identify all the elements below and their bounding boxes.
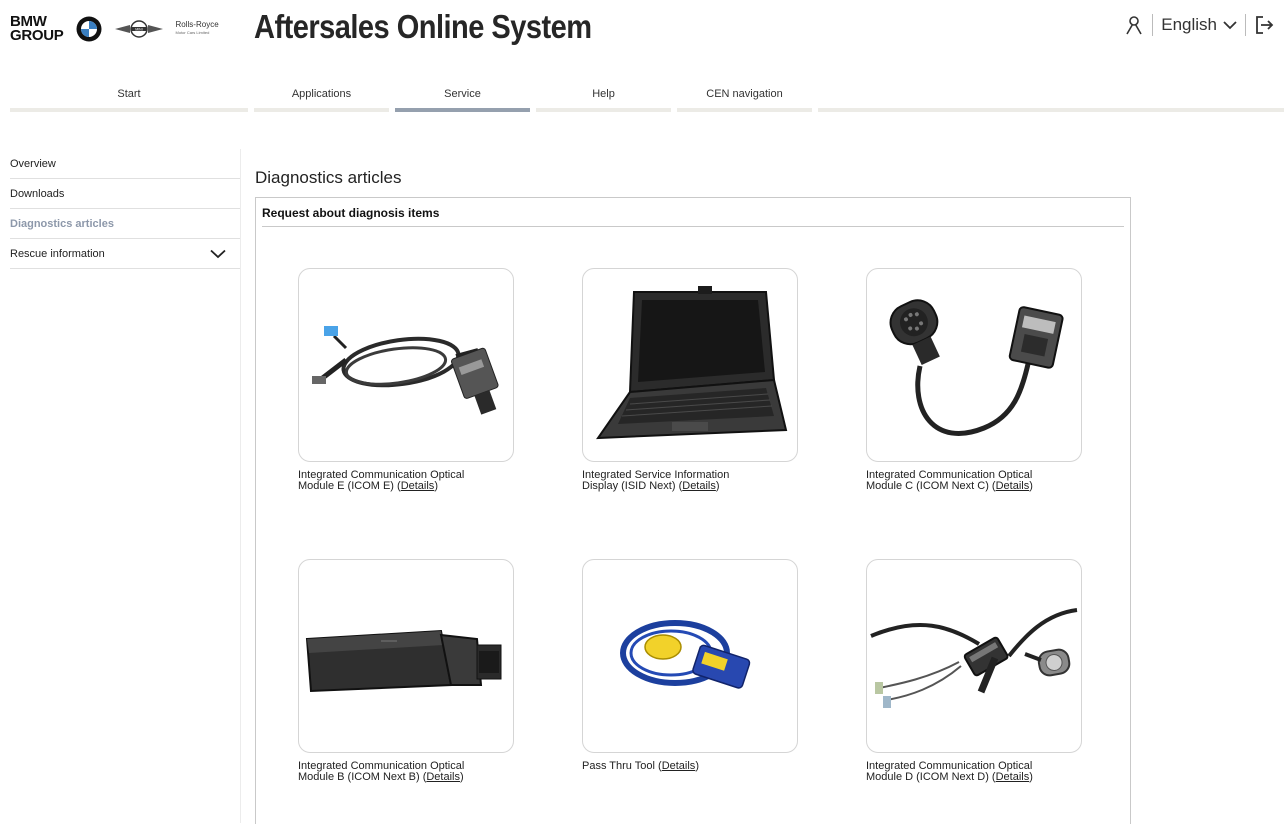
product-image-icom-d[interactable]	[866, 559, 1082, 753]
app-title: Aftersales Online System	[254, 8, 592, 45]
details-link[interactable]: Details	[996, 771, 1030, 783]
product-image-pass-thru-tool[interactable]	[582, 559, 798, 753]
details-link[interactable]: Details	[662, 760, 696, 772]
sidebar-item-label: Overview	[10, 157, 56, 170]
product-caption: Integrated Communication Optical Module …	[298, 760, 465, 783]
tab-help[interactable]: Help	[536, 80, 671, 112]
sidebar-item-overview[interactable]: Overview	[10, 149, 240, 179]
sidebar-item-label: Diagnostics articles	[10, 217, 114, 230]
details-link[interactable]: Details	[426, 771, 460, 783]
product-caption: Integrated Communication Optical Module …	[866, 760, 1033, 783]
nav-filler	[818, 80, 1284, 112]
product-caption: Integrated Communication Optical Module …	[298, 469, 465, 492]
product-card: Pass Thru Tool (Details)	[582, 559, 822, 772]
diagnosis-items-panel: Request about diagnosis items Integrated…	[255, 197, 1131, 824]
logout-icon[interactable]	[1254, 15, 1274, 35]
product-image-isid[interactable]	[582, 268, 798, 462]
header-divider	[1245, 14, 1246, 36]
brand-logos: BMW GROUP MINI Rolls-Royce Motor Cars Lim…	[10, 12, 219, 46]
laptop-image	[596, 286, 788, 440]
panel-title: Request about diagnosis items	[262, 206, 1124, 227]
product-card: Integrated Communication Optical Module …	[866, 559, 1106, 783]
chevron-down-icon[interactable]	[210, 249, 226, 259]
page-title: Diagnostics articles	[255, 168, 402, 187]
product-image-icom-b[interactable]	[298, 559, 514, 753]
bmw-group-logo: BMW GROUP	[10, 13, 64, 44]
sidebar-item-label: Rescue information	[10, 247, 105, 260]
sidebar-item-diagnostics-articles[interactable]: Diagnostics articles	[10, 209, 240, 239]
product-image-icom-c[interactable]	[866, 268, 1082, 462]
chevron-down-icon	[1223, 20, 1237, 29]
user-icon[interactable]	[1124, 15, 1144, 35]
pass-thru-tool-image	[620, 620, 751, 689]
product-card: Integrated Communication Optical Module …	[298, 559, 538, 783]
sidebar: Overview Downloads Diagnostics articles …	[10, 149, 240, 269]
product-card: Integrated Communication Optical Module …	[298, 268, 538, 492]
sidebar-divider	[240, 149, 241, 823]
sidebar-item-downloads[interactable]: Downloads	[10, 179, 240, 209]
product-caption: Integrated Service Information Display (…	[582, 469, 730, 492]
header-actions: English	[1124, 14, 1274, 36]
svg-text:MINI: MINI	[135, 27, 142, 31]
icom-e-cable-image	[312, 326, 499, 415]
tab-start[interactable]: Start	[10, 80, 248, 112]
bmw-roundel-icon	[76, 16, 102, 42]
tab-applications[interactable]: Applications	[254, 80, 389, 112]
details-link[interactable]: Details	[996, 480, 1030, 492]
sidebar-item-rescue-information[interactable]: Rescue information	[10, 239, 240, 269]
icom-b-module-image	[305, 629, 502, 693]
details-link[interactable]: Details	[401, 480, 435, 492]
sidebar-item-label: Downloads	[10, 187, 65, 200]
icom-d-cables-image	[870, 608, 1078, 708]
language-selector[interactable]: English	[1161, 15, 1237, 35]
header-divider	[1152, 14, 1154, 36]
product-caption: Integrated Communication Optical Module …	[866, 469, 1033, 492]
mini-logo-icon: MINI	[114, 20, 163, 38]
main-navigation: Start Applications Service Help CEN navi…	[10, 80, 1284, 112]
product-card: Integrated Communication Optical Module …	[866, 268, 1106, 492]
rolls-royce-logo: Rolls-Royce Motor Cars Limited	[175, 20, 219, 36]
language-label: English	[1161, 15, 1217, 34]
details-link[interactable]: Details	[682, 480, 716, 492]
tab-service[interactable]: Service	[395, 80, 530, 112]
product-caption: Pass Thru Tool (Details)	[582, 760, 699, 772]
icom-c-cable-image	[889, 299, 1064, 436]
product-card: Integrated Service Information Display (…	[582, 268, 822, 492]
product-image-icom-e[interactable]	[298, 268, 514, 462]
tab-cen-navigation[interactable]: CEN navigation	[677, 80, 812, 112]
